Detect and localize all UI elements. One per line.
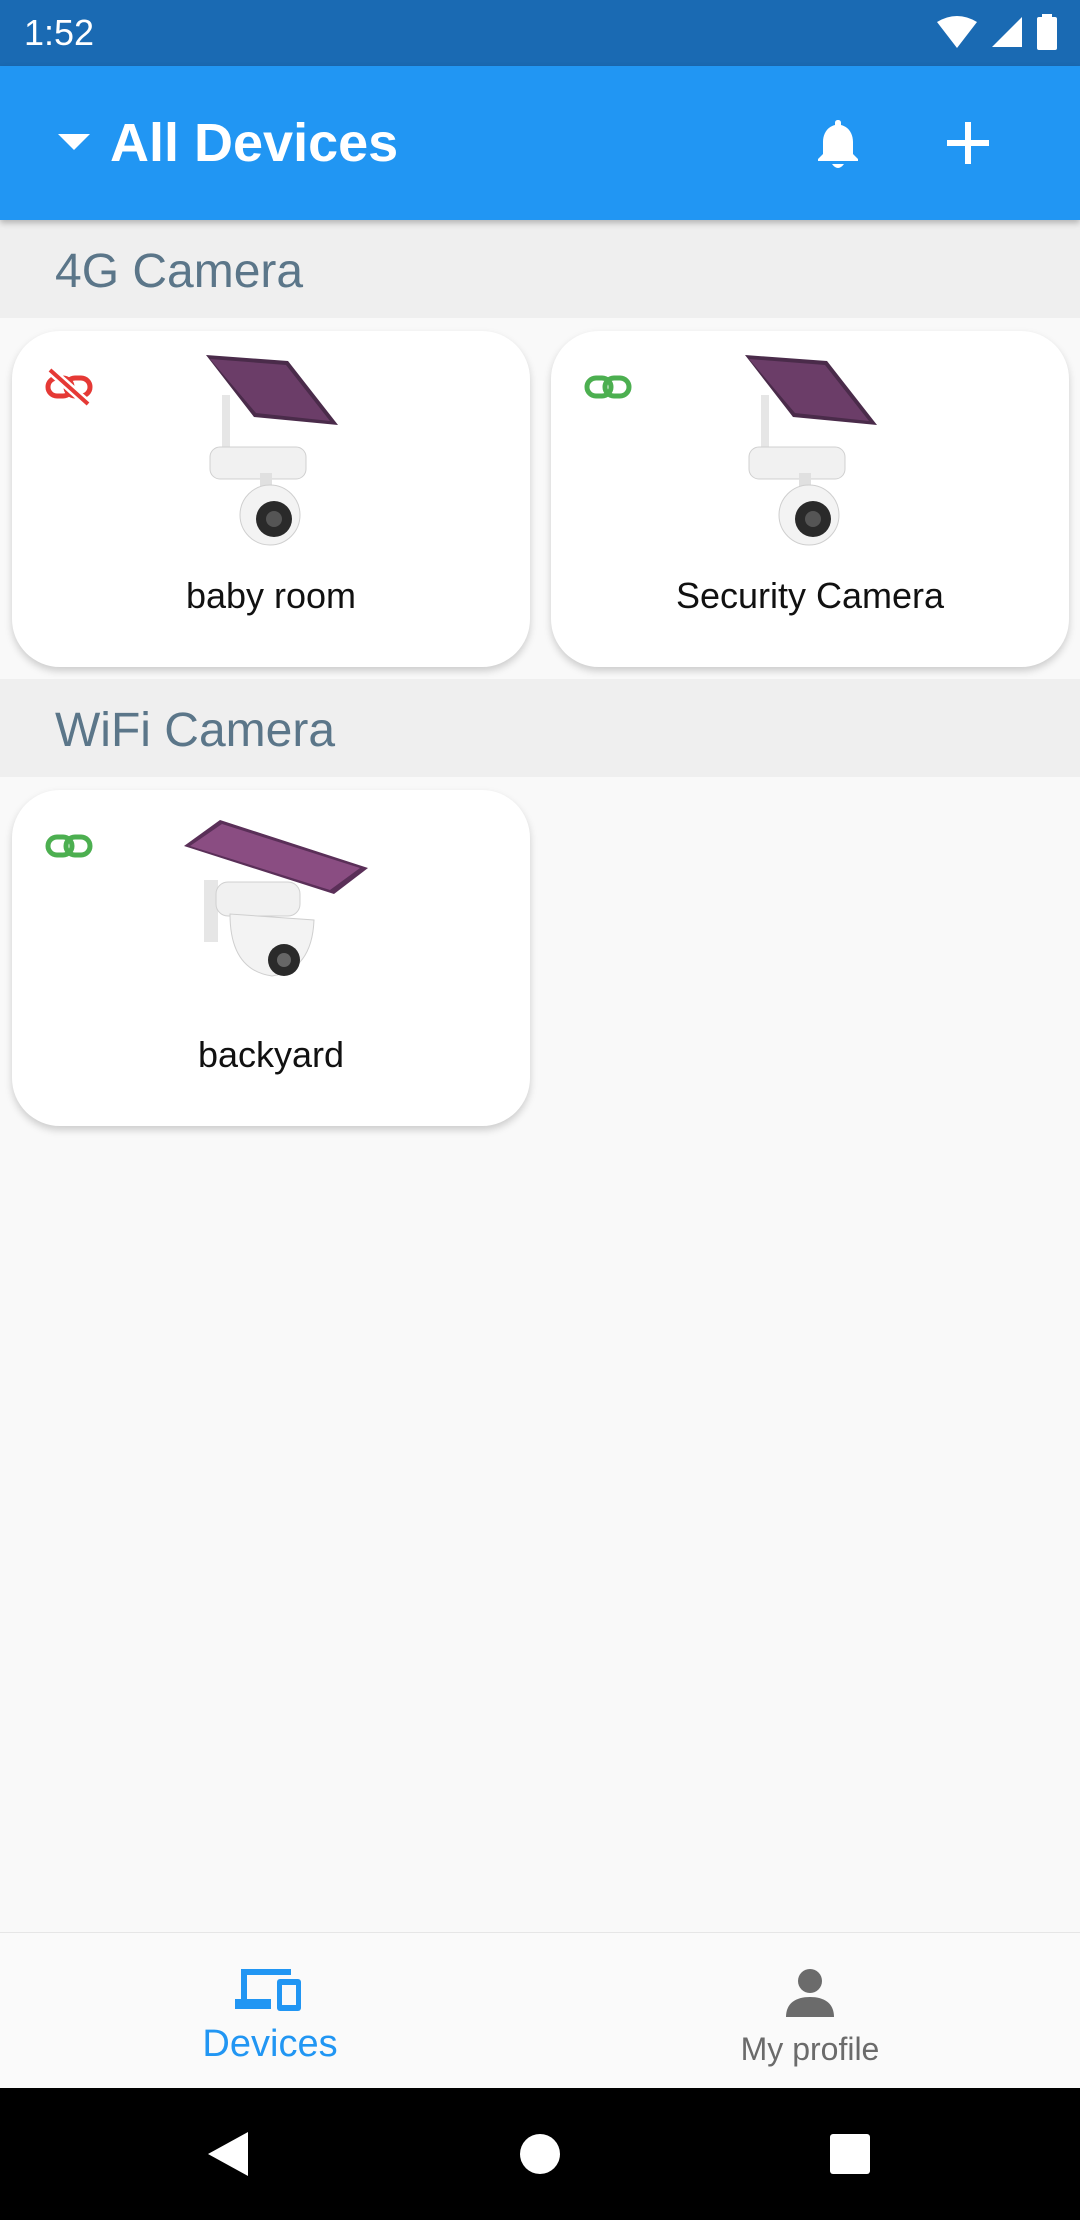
- app-bar: All Devices: [0, 66, 1080, 220]
- device-name: baby room: [185, 575, 357, 616]
- section-header-wifi: WiFi Camera: [0, 679, 1080, 777]
- device-card[interactable]: backyard: [12, 790, 530, 1126]
- nav-item-devices[interactable]: Devices: [0, 1933, 540, 2089]
- link-off-icon: [45, 367, 93, 407]
- status-bar: 1:52: [0, 0, 1080, 66]
- status-time: 1:52: [24, 12, 95, 53]
- nav-label: Devices: [202, 2023, 338, 2065]
- person-icon: [786, 1969, 834, 2017]
- system-nav-bar: [0, 2088, 1080, 2220]
- signal-icon: [992, 17, 1022, 47]
- camera-image: [184, 820, 368, 977]
- back-icon[interactable]: [204, 2130, 252, 2178]
- section-title: 4G Camera: [55, 245, 304, 298]
- camera-image: [206, 355, 338, 546]
- device-name: backyard: [197, 1034, 345, 1075]
- device-card[interactable]: baby room: [12, 331, 530, 667]
- recents-icon[interactable]: [826, 2130, 874, 2178]
- device-card[interactable]: Security Camera: [551, 331, 1069, 667]
- battery-icon: [1037, 14, 1057, 50]
- link-icon: [584, 375, 632, 399]
- nav-item-my-profile[interactable]: My profile: [540, 1933, 1080, 2089]
- link-icon: [45, 834, 93, 858]
- section-title: WiFi Camera: [55, 704, 336, 757]
- section-header-4g: 4G Camera: [0, 220, 1080, 318]
- device-name: Security Camera: [675, 575, 945, 616]
- status-icons: [936, 14, 1058, 50]
- wifi-icon: [937, 16, 977, 48]
- dropdown-caret-icon[interactable]: [58, 134, 90, 150]
- nav-label: My profile: [740, 2031, 880, 2067]
- device-group-selector[interactable]: All Devices: [110, 112, 398, 174]
- plus-icon[interactable]: [935, 110, 1001, 176]
- home-icon[interactable]: [516, 2130, 564, 2178]
- bell-icon[interactable]: [805, 110, 871, 176]
- bottom-nav: Devices My profile: [0, 1932, 1080, 2088]
- camera-image: [745, 355, 877, 546]
- devices-icon: [235, 1969, 301, 2011]
